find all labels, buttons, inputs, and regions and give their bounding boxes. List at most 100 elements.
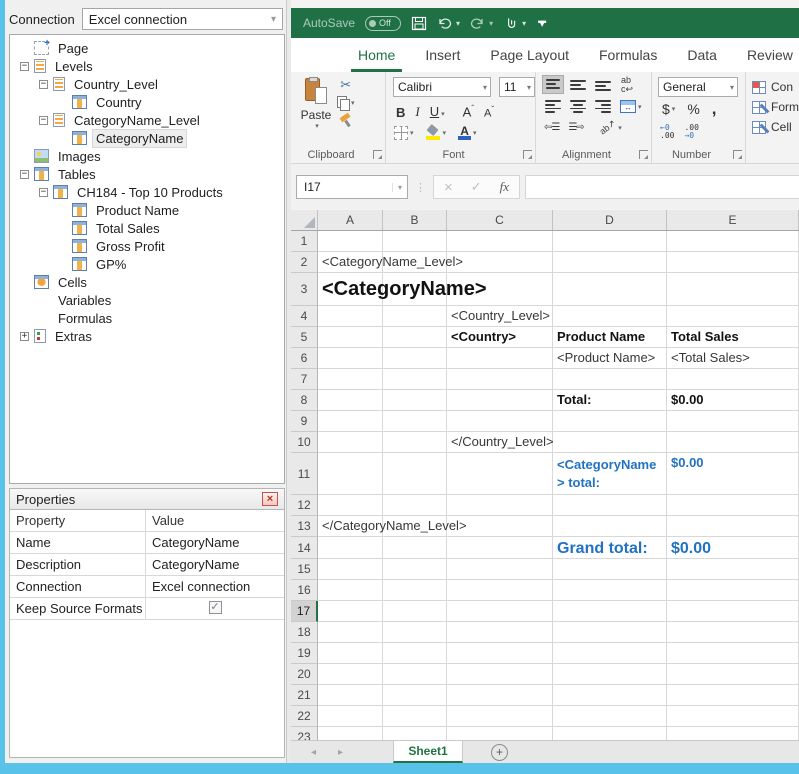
align-right-button[interactable] [592,97,614,116]
cell-C18[interactable] [447,622,553,643]
clipboard-dialog-launcher-icon[interactable] [373,150,382,159]
cell-D1[interactable] [553,231,667,252]
comma-style-button[interactable]: , [712,104,717,114]
cell-D15[interactable] [553,559,667,580]
cell-D16[interactable] [553,580,667,601]
cell-D2[interactable] [553,252,667,273]
collapse-icon[interactable]: − [39,116,48,125]
cell-A9[interactable] [318,411,383,432]
wrap-text-button[interactable]: abc↩ [621,76,633,94]
collapse-icon[interactable]: − [39,188,48,197]
cell-E5[interactable]: Total Sales [667,327,799,348]
sheet-nav-left-icon[interactable]: ◂ [311,747,316,758]
tree-item-page[interactable]: Page [10,39,284,57]
close-icon[interactable]: × [262,492,278,506]
orientation-button[interactable]: ab↗▾ [599,123,622,132]
cell-B15[interactable] [383,559,447,580]
touch-mouse-mode-button[interactable]: ▾ [503,16,526,31]
cell-A15[interactable] [318,559,383,580]
cell-B7[interactable] [383,369,447,390]
underline-button[interactable]: U▾ [430,103,445,121]
row-header-1[interactable]: 1 [291,231,318,252]
cell-C22[interactable] [447,706,553,727]
cell-E21[interactable] [667,685,799,706]
connection-select[interactable]: Excel connection ▾ [82,8,283,30]
number-dialog-launcher-icon[interactable] [733,150,742,159]
cell-A11[interactable] [318,453,383,495]
cancel-icon[interactable]: × [444,179,453,196]
cell-B21[interactable] [383,685,447,706]
cell-C12[interactable] [447,495,553,516]
cell-A18[interactable] [318,622,383,643]
cell-C10[interactable]: </Country_Level> [447,432,553,453]
cell-D6[interactable]: <Product Name> [553,348,667,369]
cell-E10[interactable] [667,432,799,453]
bold-button[interactable]: B [396,105,405,120]
cell-D13[interactable] [553,516,667,537]
cell-E13[interactable] [667,516,799,537]
cell-A1[interactable] [318,231,383,252]
collapse-icon[interactable]: − [20,170,29,179]
property-row-keep-source-formats[interactable]: Keep Source Formats✓ [10,598,284,620]
cell-A2[interactable]: <CategoryName_Level> [318,252,383,273]
enter-icon[interactable]: ✓ [471,179,482,195]
middle-align-button[interactable] [567,75,589,94]
increase-decimal-button[interactable]: ←0.00 [660,124,674,140]
merge-center-button[interactable]: ↔▾ [620,100,642,113]
cell-D21[interactable] [553,685,667,706]
increase-indent-button[interactable]: ☰⇨ [568,122,583,133]
paste-button[interactable]: Paste ▾ [299,77,333,139]
cell-A13[interactable]: </CategoryName_Level> [318,516,383,537]
redo-button[interactable]: ▾ [470,17,493,30]
row-header-15[interactable]: 15 [291,559,318,580]
row-header-9[interactable]: 9 [291,411,318,432]
cut-button[interactable]: ✂ [337,78,355,91]
select-all-button[interactable] [291,210,318,230]
row-header-21[interactable]: 21 [291,685,318,706]
cell-B10[interactable] [383,432,447,453]
decrease-font-size-button[interactable]: Aˇ [484,105,494,120]
ribbon-tab-review[interactable]: Review [732,38,799,72]
cell-E9[interactable] [667,411,799,432]
cell-D12[interactable] [553,495,667,516]
alignment-dialog-launcher-icon[interactable] [639,150,648,159]
cell-A8[interactable] [318,390,383,411]
ribbon-tab-page-layout[interactable]: Page Layout [475,38,584,72]
cell-C8[interactable] [447,390,553,411]
borders-button[interactable]: ▾ [394,126,414,140]
row-header-4[interactable]: 4 [291,306,318,327]
row-header-12[interactable]: 12 [291,495,318,516]
tree-item-country-level[interactable]: −Country_Level [10,75,284,93]
cell-E17[interactable] [667,601,799,622]
font-name-select[interactable]: Calibri▾ [393,77,491,97]
cell-C5[interactable]: <Country> [447,327,553,348]
sheet-tab-sheet1[interactable]: Sheet1 [393,741,463,763]
cell-C7[interactable] [447,369,553,390]
row-header-2[interactable]: 2 [291,252,318,273]
formula-bar-handle[interactable]: ⋮ [415,181,426,194]
cell-D14[interactable]: Grand total: [553,537,667,559]
property-row-description[interactable]: DescriptionCategoryName [10,554,284,576]
ribbon-tab-data[interactable]: Data [672,38,732,72]
tree-item-categoryname-level[interactable]: −CategoryName_Level [10,111,284,129]
cell-B11[interactable] [383,453,447,495]
cell-A14[interactable] [318,537,383,559]
save-button[interactable] [411,16,427,31]
cell-A22[interactable] [318,706,383,727]
property-row-connection[interactable]: ConnectionExcel connection [10,576,284,598]
fill-color-button[interactable]: ▾ [426,125,447,140]
cell-E8[interactable]: $0.00 [667,390,799,411]
row-header-14[interactable]: 14 [291,537,318,559]
cell-D19[interactable] [553,643,667,664]
tree-item-gp-[interactable]: GP% [10,255,284,273]
property-row-name[interactable]: NameCategoryName [10,532,284,554]
cell-E20[interactable] [667,664,799,685]
cell-B14[interactable] [383,537,447,559]
row-header-16[interactable]: 16 [291,580,318,601]
ribbon-tab-insert[interactable]: Insert [410,38,475,72]
cell-A17[interactable] [318,601,383,622]
cell-B8[interactable] [383,390,447,411]
cell-C6[interactable] [447,348,553,369]
cell-D22[interactable] [553,706,667,727]
row-header-10[interactable]: 10 [291,432,318,453]
